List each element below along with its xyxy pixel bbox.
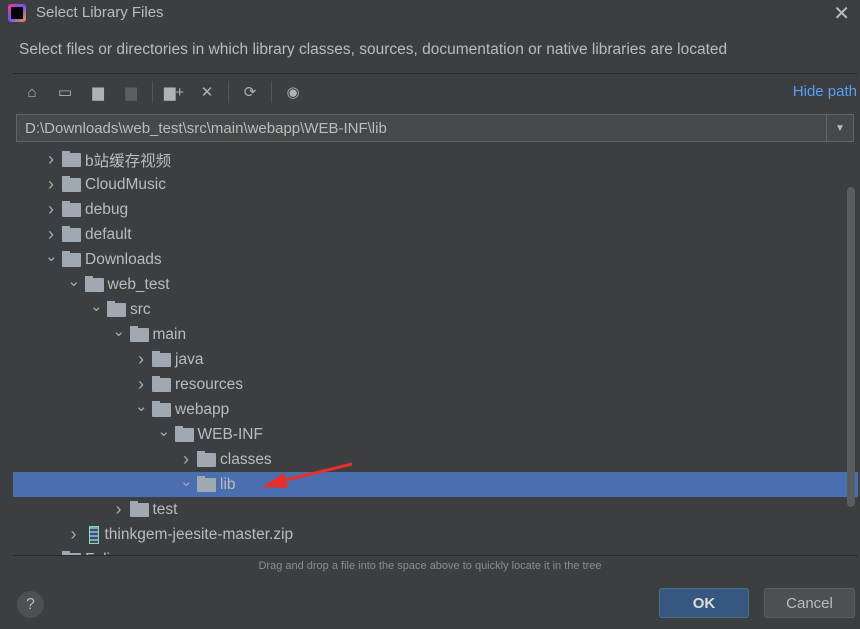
chevron-right-icon[interactable]: › xyxy=(45,199,57,220)
chevron-down-icon[interactable]: ⌄ xyxy=(113,322,126,340)
show-hidden-icon[interactable]: ◉ xyxy=(281,80,305,104)
tree-item-label: web_test xyxy=(107,275,170,293)
window-title: Select Library Files xyxy=(36,4,164,21)
divider xyxy=(13,73,857,74)
tree-item[interactable]: ⌄ main xyxy=(13,322,858,347)
chevron-right-icon[interactable]: › xyxy=(135,374,147,395)
folder-icon xyxy=(62,250,81,267)
folder-icon xyxy=(62,225,81,242)
refresh-icon[interactable]: ⟳ xyxy=(238,80,262,104)
tree-item-label: src xyxy=(130,300,151,318)
project-icon[interactable]: ▆ xyxy=(86,80,110,104)
tree-item[interactable]: › java xyxy=(13,347,858,372)
close-icon[interactable]: ✕ xyxy=(833,1,850,26)
tree-item-label: default xyxy=(85,225,132,243)
toolbar: ⌂ ▭ ▆ ▆ ▆+ ✕ ⟳ ◉ xyxy=(20,80,314,104)
divider xyxy=(271,81,272,103)
chevron-down-icon[interactable]: ▼ xyxy=(826,115,853,141)
chevron-down-icon[interactable]: ⌄ xyxy=(158,422,171,440)
tree-item[interactable]: › b站缓存视频 xyxy=(13,147,858,172)
folder-icon xyxy=(84,275,104,292)
chevron-right-icon[interactable]: › xyxy=(45,149,57,170)
tree-item[interactable]: ⌄ Downloads xyxy=(13,247,858,272)
tree-item-label: resources xyxy=(175,375,244,393)
tree-item-label: Folia xyxy=(85,551,119,556)
tree-item[interactable]: ⌄ webapp xyxy=(13,397,858,422)
file-tree[interactable]: ›Folia›thinkgem-jeesite-master.zip›test⌄… xyxy=(13,147,858,556)
tree-item-label: test xyxy=(152,500,178,518)
tree-item-label: lib xyxy=(220,475,236,493)
tree-item[interactable]: › resources xyxy=(13,372,858,397)
delete-icon[interactable]: ✕ xyxy=(195,80,219,104)
tree-item-label: java xyxy=(175,350,204,368)
chevron-right-icon[interactable]: › xyxy=(45,224,57,245)
folder-icon xyxy=(62,550,81,555)
tree-item-label: debug xyxy=(85,200,129,218)
folder-icon xyxy=(152,350,171,367)
path-input[interactable]: D:\Downloads\web_test\src\main\webapp\WE… xyxy=(17,120,826,137)
intellij-logo-icon xyxy=(8,4,26,22)
scrollbar[interactable] xyxy=(847,187,855,507)
chevron-right-icon[interactable]: › xyxy=(180,449,192,470)
dialog-description: Select files or directories in which lib… xyxy=(19,41,728,58)
tree-item[interactable]: ⌄ lib xyxy=(13,472,858,497)
tree-item-label: main xyxy=(152,325,187,343)
divider xyxy=(152,81,153,103)
tree-item[interactable]: › thinkgem-jeesite-master.zip xyxy=(13,522,858,547)
folder-icon xyxy=(174,425,194,442)
tree-item[interactable]: › Folia xyxy=(13,547,858,556)
folder-icon xyxy=(129,325,149,342)
tree-item-label: CloudMusic xyxy=(85,175,166,193)
folder-icon xyxy=(152,375,171,392)
zip-archive-icon xyxy=(88,525,99,544)
folder-icon xyxy=(62,150,81,167)
tree-item[interactable]: › test xyxy=(13,497,858,522)
chevron-down-icon[interactable]: ⌄ xyxy=(180,472,193,490)
chevron-down-icon[interactable]: ⌄ xyxy=(45,247,58,265)
title-bar: Select Library Files ✕ xyxy=(0,0,860,28)
chevron-right-icon[interactable]: › xyxy=(113,499,125,520)
tree-item-label: WEB-INF xyxy=(197,425,263,443)
folder-icon xyxy=(107,300,126,317)
drag-drop-hint: Drag and drop a file into the space abov… xyxy=(258,560,602,572)
chevron-right-icon[interactable]: › xyxy=(45,174,57,195)
chevron-right-icon[interactable]: › xyxy=(68,524,80,545)
folder-icon xyxy=(129,500,149,517)
tree-item[interactable]: › classes xyxy=(13,447,858,472)
tree-item-label: classes xyxy=(220,450,272,468)
chevron-right-icon[interactable]: › xyxy=(45,549,57,555)
new-folder-icon[interactable]: ▆+ xyxy=(162,80,186,104)
tree-item[interactable]: › CloudMusic xyxy=(13,172,858,197)
tree-item[interactable]: ⌄ web_test xyxy=(13,272,858,297)
tree-item[interactable]: ⌄ WEB-INF xyxy=(13,422,858,447)
tree-item[interactable]: › default xyxy=(13,222,858,247)
ok-button[interactable]: OK xyxy=(659,588,749,618)
tree-item-label: b站缓存视频 xyxy=(85,152,172,170)
module-icon[interactable]: ▆ xyxy=(119,80,143,104)
chevron-down-icon[interactable]: ⌄ xyxy=(135,397,148,415)
folder-icon xyxy=(197,475,216,492)
folder-icon xyxy=(197,450,216,467)
cancel-button[interactable]: Cancel xyxy=(764,588,855,618)
folder-icon xyxy=(152,400,171,417)
chevron-down-icon[interactable]: ⌄ xyxy=(90,297,103,315)
tree-item-label: Downloads xyxy=(85,250,162,268)
chevron-down-icon[interactable]: ⌄ xyxy=(68,272,81,290)
chevron-right-icon[interactable]: › xyxy=(135,349,147,370)
desktop-icon[interactable]: ▭ xyxy=(53,80,77,104)
help-button[interactable]: ? xyxy=(17,591,44,618)
hide-path-link[interactable]: Hide path xyxy=(793,83,857,100)
folder-icon xyxy=(62,175,81,192)
tree-item[interactable]: › debug xyxy=(13,197,858,222)
folder-icon xyxy=(62,200,81,217)
divider xyxy=(228,81,229,103)
home-icon[interactable]: ⌂ xyxy=(20,80,44,104)
tree-item-label: thinkgem-jeesite-master.zip xyxy=(104,525,294,543)
tree-item-label: webapp xyxy=(175,400,230,418)
path-combobox[interactable]: D:\Downloads\web_test\src\main\webapp\WE… xyxy=(16,114,854,142)
tree-item[interactable]: ⌄ src xyxy=(13,297,858,322)
